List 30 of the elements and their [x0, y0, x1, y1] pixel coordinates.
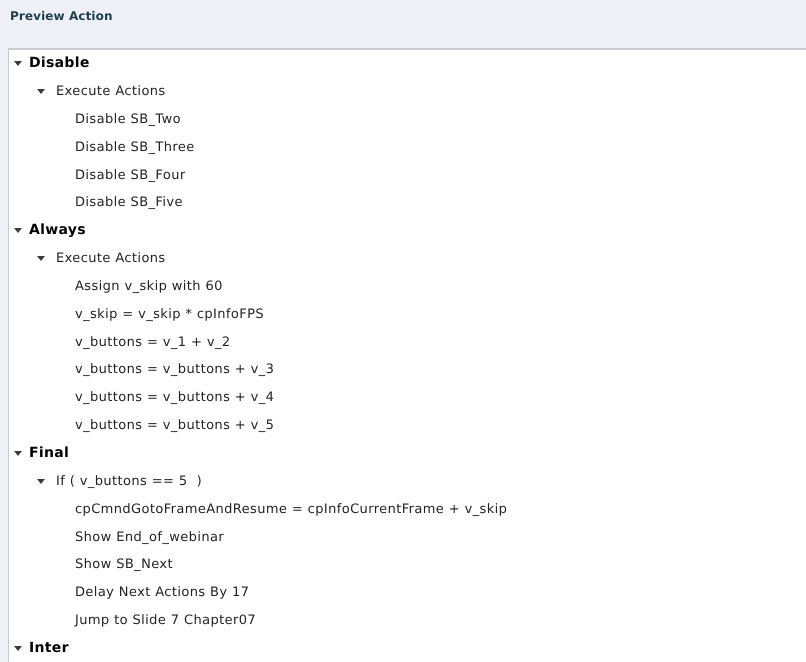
tree-item[interactable]: v_skip = v_skip * cpInfoFPS [75, 304, 264, 324]
tree-item[interactable]: Final [29, 443, 70, 464]
caret-down-icon[interactable] [37, 479, 45, 484]
tree-item[interactable]: Inter [29, 638, 69, 660]
caret-down-icon[interactable] [37, 89, 45, 94]
tree-item[interactable]: Disable SB_Three [75, 138, 195, 158]
tree-item[interactable]: Assign v_skip with 60 [75, 276, 223, 296]
tree-item[interactable]: Delay Next Actions By 17 [75, 583, 250, 603]
tree-item[interactable]: Disable SB_Two [75, 110, 182, 130]
tree-item[interactable]: Execute Actions [56, 249, 166, 269]
tree-item[interactable]: Always [29, 220, 86, 242]
tree-item[interactable]: Disable SB_Five [75, 193, 183, 213]
tree-item[interactable]: Show End_of_webinar [75, 528, 224, 548]
tree-item[interactable]: v_buttons = v_buttons + v_3 [75, 360, 274, 380]
tree-item[interactable]: Disable SB_Four [75, 166, 186, 186]
tree-item[interactable]: cpCmndGotoFrameAndResume = cpInfoCurrentFrame + v_skip [75, 500, 508, 520]
caret-down-icon[interactable] [14, 228, 22, 234]
caret-down-icon[interactable] [14, 646, 22, 652]
tree-item[interactable]: Execute Actions [56, 82, 166, 102]
caret-down-icon[interactable] [14, 451, 22, 456]
caret-down-icon[interactable] [37, 256, 45, 262]
panel-title: Preview Action [10, 9, 113, 23]
tree-item[interactable]: v_buttons = v_1 + v_2 [75, 332, 230, 352]
tree-item[interactable]: If ( v_buttons == 5 ) [56, 472, 202, 492]
tree-item[interactable]: Jump to Slide 7 Chapter07 [75, 611, 256, 631]
tree-item[interactable]: Show SB_Next [75, 555, 173, 575]
tree-item[interactable]: v_buttons = v_buttons + v_5 [75, 416, 274, 436]
caret-down-icon[interactable] [14, 61, 22, 66]
tree-item[interactable]: Disable [29, 53, 90, 74]
tree-item[interactable]: v_buttons = v_buttons + v_4 [75, 388, 274, 408]
